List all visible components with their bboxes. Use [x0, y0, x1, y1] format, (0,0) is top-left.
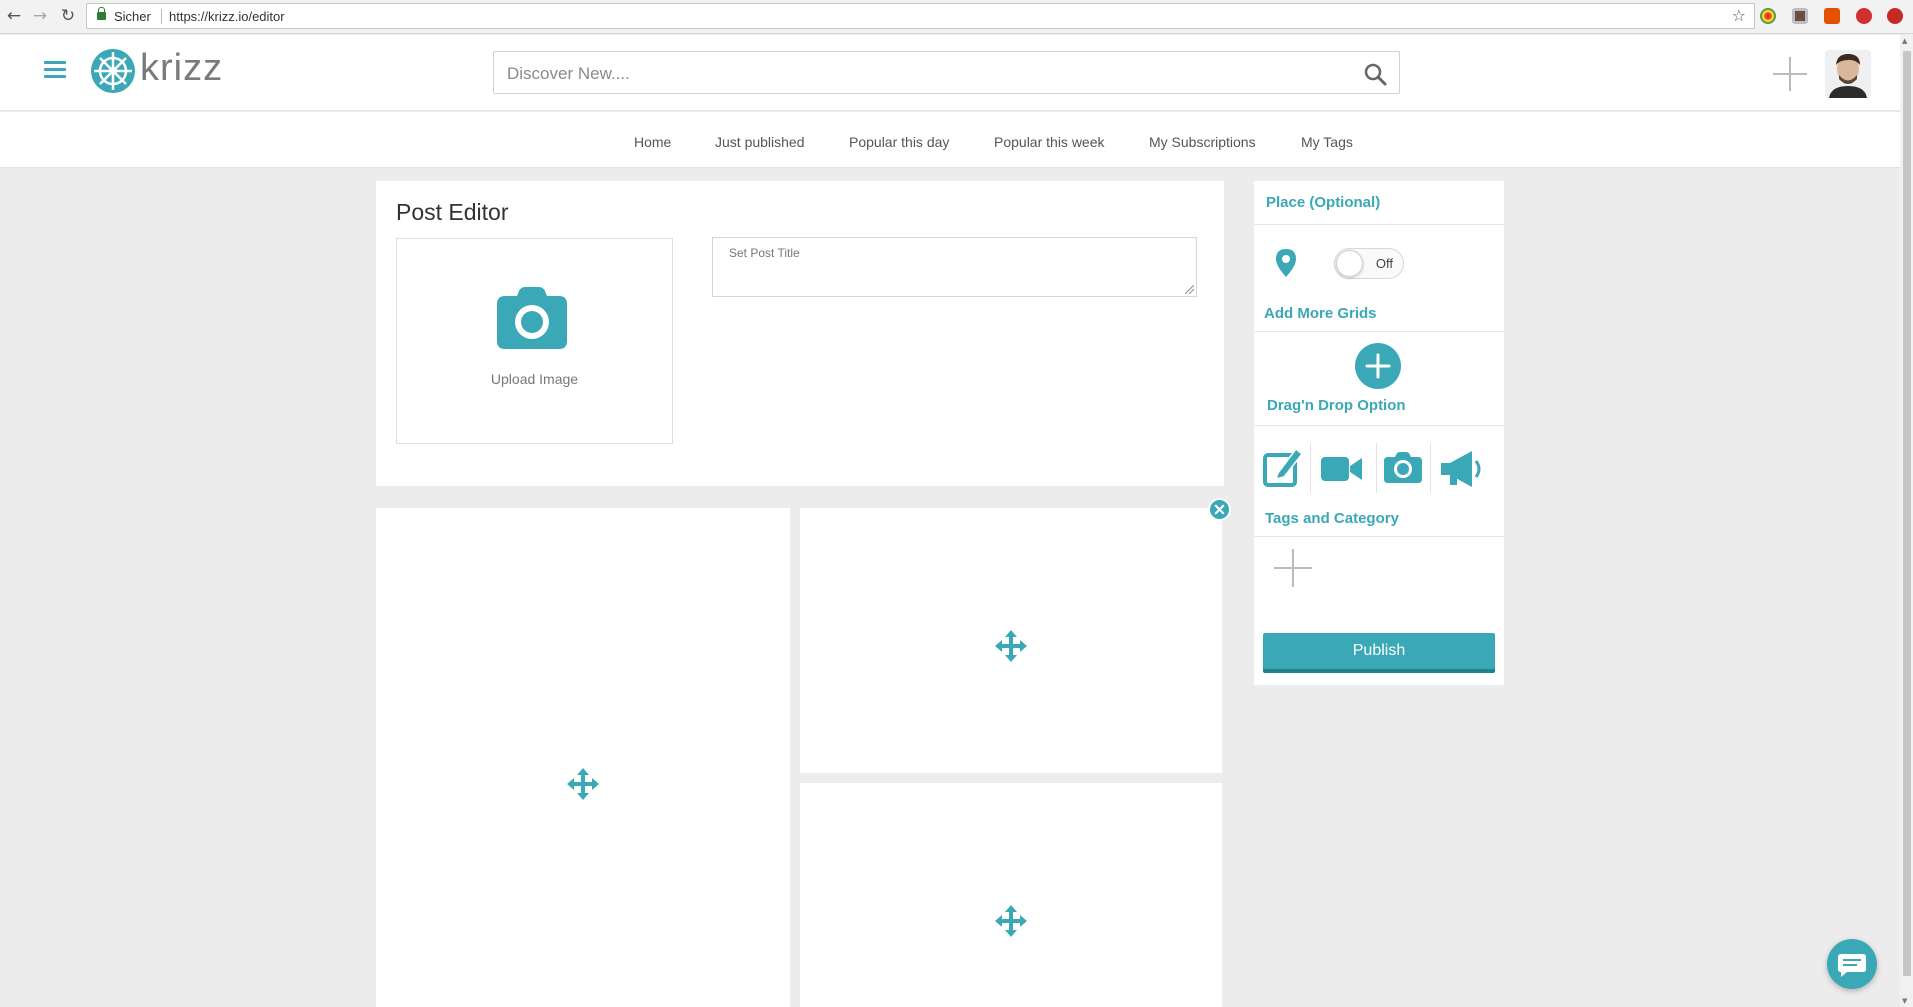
edit-text-icon[interactable] — [1262, 443, 1304, 493]
back-icon[interactable]: ← — [4, 6, 24, 26]
extension-camera-icon[interactable] — [1792, 8, 1808, 24]
video-icon[interactable] — [1320, 443, 1364, 493]
extension-pinterest-icon[interactable] — [1856, 8, 1872, 24]
grid-panel-bottom-right[interactable] — [800, 783, 1222, 1007]
scroll-thumb[interactable] — [1903, 51, 1911, 976]
extension-red-icon[interactable] — [1887, 8, 1903, 24]
grid-panel-top-right[interactable] — [800, 508, 1222, 773]
url-divider — [161, 9, 162, 24]
logo-text[interactable]: krizz — [140, 47, 223, 90]
site-header: krizz Discover New.... — [0, 35, 1900, 111]
post-title-placeholder: Set Post Title — [729, 246, 800, 260]
url-text[interactable]: https://krizz.io/editor — [169, 9, 285, 24]
upload-image-box[interactable]: Upload Image — [396, 238, 673, 444]
upload-image-label: Upload Image — [490, 371, 579, 387]
move-icon[interactable] — [995, 630, 1027, 662]
move-icon[interactable] — [567, 768, 599, 800]
create-post-plus-icon[interactable] — [1773, 57, 1807, 91]
page-title: Post Editor — [396, 199, 509, 225]
page-scrollbar[interactable]: ▲ ▼ — [1900, 35, 1913, 1007]
post-title-input[interactable]: Set Post Title — [712, 237, 1197, 297]
nav-item-popular-week[interactable]: Popular this week — [994, 134, 1105, 150]
tool-divider — [1310, 443, 1311, 493]
scroll-up-arrow-icon[interactable]: ▲ — [1902, 37, 1907, 45]
nav-item-my-tags[interactable]: My Tags — [1301, 134, 1353, 150]
megaphone-icon[interactable] — [1438, 443, 1484, 493]
nav-item-popular-day[interactable]: Popular this day — [849, 134, 949, 150]
place-toggle[interactable]: Off — [1334, 248, 1404, 279]
camera-icon — [497, 287, 567, 349]
grid-panel-left[interactable] — [376, 508, 790, 1007]
editor-sidebar: Place (Optional) Off Add More Grids Drag… — [1254, 181, 1504, 685]
reload-icon[interactable]: ↻ — [58, 6, 78, 26]
drag-drop-heading: Drag'n Drop Option — [1267, 397, 1406, 414]
address-bar[interactable]: Sicher https://krizz.io/editor ☆ — [86, 3, 1755, 29]
location-pin-icon — [1276, 249, 1296, 277]
add-grids-heading: Add More Grids — [1264, 305, 1377, 322]
user-avatar[interactable] — [1825, 50, 1871, 98]
tags-heading: Tags and Category — [1265, 510, 1399, 527]
close-grid-icon[interactable] — [1208, 498, 1231, 521]
browser-toolbar: ← → ↻ Sicher https://krizz.io/editor ☆ — [0, 0, 1913, 34]
nav-item-my-subscriptions[interactable]: My Subscriptions — [1149, 134, 1256, 150]
divider — [1254, 536, 1504, 537]
secure-label: Sicher — [114, 9, 151, 24]
divider — [1254, 425, 1504, 426]
tool-divider — [1376, 443, 1377, 493]
logo-icon[interactable] — [90, 48, 136, 94]
divider — [1254, 224, 1504, 225]
add-tag-plus-icon[interactable] — [1274, 549, 1312, 587]
bookmark-star-icon[interactable]: ☆ — [1732, 6, 1746, 25]
post-editor-card: Post Editor Upload Image Set Post Title — [376, 181, 1224, 486]
nav-item-home[interactable]: Home — [634, 134, 671, 150]
main-nav: Home Just published Popular this day Pop… — [0, 112, 1900, 168]
chat-icon[interactable] — [1827, 939, 1877, 989]
lock-icon — [97, 7, 106, 20]
search-icon[interactable] — [1363, 62, 1387, 86]
forward-icon[interactable]: → — [30, 6, 50, 26]
extension-chrome-icon[interactable] — [1760, 8, 1776, 24]
publish-button[interactable]: Publish — [1263, 633, 1495, 673]
toggle-knob — [1336, 250, 1363, 277]
move-icon[interactable] — [995, 905, 1027, 937]
extension-orange-icon[interactable] — [1824, 8, 1840, 24]
nav-item-just-published[interactable]: Just published — [715, 134, 805, 150]
hamburger-menu-icon[interactable] — [44, 61, 66, 79]
divider — [1254, 331, 1504, 332]
add-grid-button[interactable] — [1355, 343, 1401, 389]
resize-handle-icon[interactable] — [1185, 285, 1194, 294]
toggle-label: Off — [1375, 256, 1393, 271]
search-placeholder: Discover New.... — [507, 64, 630, 83]
photo-icon[interactable] — [1383, 443, 1423, 493]
search-input[interactable]: Discover New.... — [493, 51, 1400, 94]
tool-divider — [1430, 443, 1431, 493]
scroll-down-arrow-icon[interactable]: ▼ — [1902, 997, 1907, 1005]
place-heading: Place (Optional) — [1266, 194, 1381, 211]
